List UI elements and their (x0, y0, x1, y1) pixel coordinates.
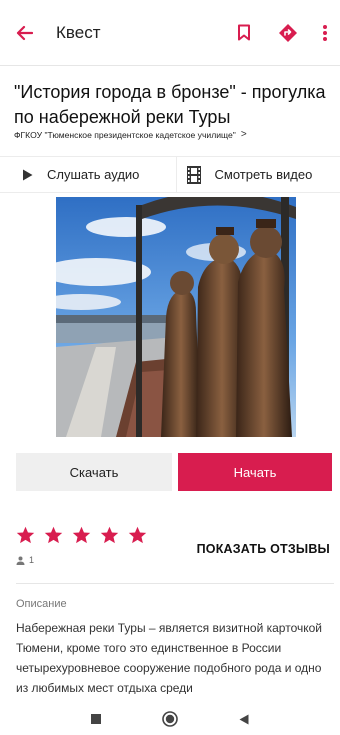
more-vert-icon (323, 24, 327, 41)
star-icon (16, 526, 35, 544)
listen-audio-button[interactable]: Слушать аудио (0, 157, 177, 192)
screen-title: Квест (56, 22, 101, 42)
star-icon (100, 526, 119, 544)
media-row: Слушать аудио Смотреть видео (0, 156, 340, 193)
star-icon (72, 526, 91, 544)
watch-video-button[interactable]: Смотреть видео (177, 157, 340, 192)
star-rating (16, 526, 156, 544)
organization-link[interactable]: ФГКОУ "Тюменское президентское кадетское… (14, 129, 332, 140)
star-icon (128, 526, 147, 544)
description-label: Описание (16, 598, 67, 610)
arrow-back-icon (16, 25, 33, 40)
divider (16, 583, 334, 584)
system-nav-bar (0, 703, 340, 735)
reviews-count: 1 (16, 555, 34, 565)
back-button[interactable] (0, 0, 48, 66)
chevron-right-icon: > (240, 129, 247, 140)
film-icon (186, 165, 201, 184)
person-icon (16, 556, 25, 565)
listen-audio-label: Слушать аудио (47, 167, 140, 182)
watch-video-label: Смотреть видео (214, 167, 313, 182)
download-button[interactable]: Скачать (16, 453, 172, 491)
quest-title: "История города в бронзе" - прогулка по … (14, 82, 326, 127)
directions-button[interactable] (266, 0, 310, 66)
recent-apps-button[interactable] (59, 703, 133, 735)
action-buttons: Скачать Начать (16, 453, 332, 491)
directions-icon (279, 23, 297, 42)
reviews-count-value: 1 (29, 555, 35, 565)
nav-back-button[interactable] (207, 703, 281, 735)
recent-apps-icon (91, 714, 101, 724)
bookmark-icon (238, 24, 250, 41)
back-icon (239, 714, 249, 724)
show-reviews-button[interactable]: ПОКАЗАТЬ ОТЗЫВЫ (197, 542, 330, 556)
star-icon (44, 526, 63, 544)
more-options-button[interactable] (310, 0, 340, 66)
quest-photo (56, 197, 296, 437)
app-bar: Квест (0, 0, 340, 66)
organization-name: ФГКОУ "Тюменское президентское кадетское… (14, 129, 236, 140)
start-button[interactable]: Начать (177, 453, 332, 491)
home-icon (162, 711, 178, 727)
bookmark-button[interactable] (222, 0, 266, 66)
home-button[interactable] (133, 703, 207, 735)
description-text: Набережная реки Туры – является визитной… (16, 621, 322, 694)
play-icon (23, 169, 33, 180)
